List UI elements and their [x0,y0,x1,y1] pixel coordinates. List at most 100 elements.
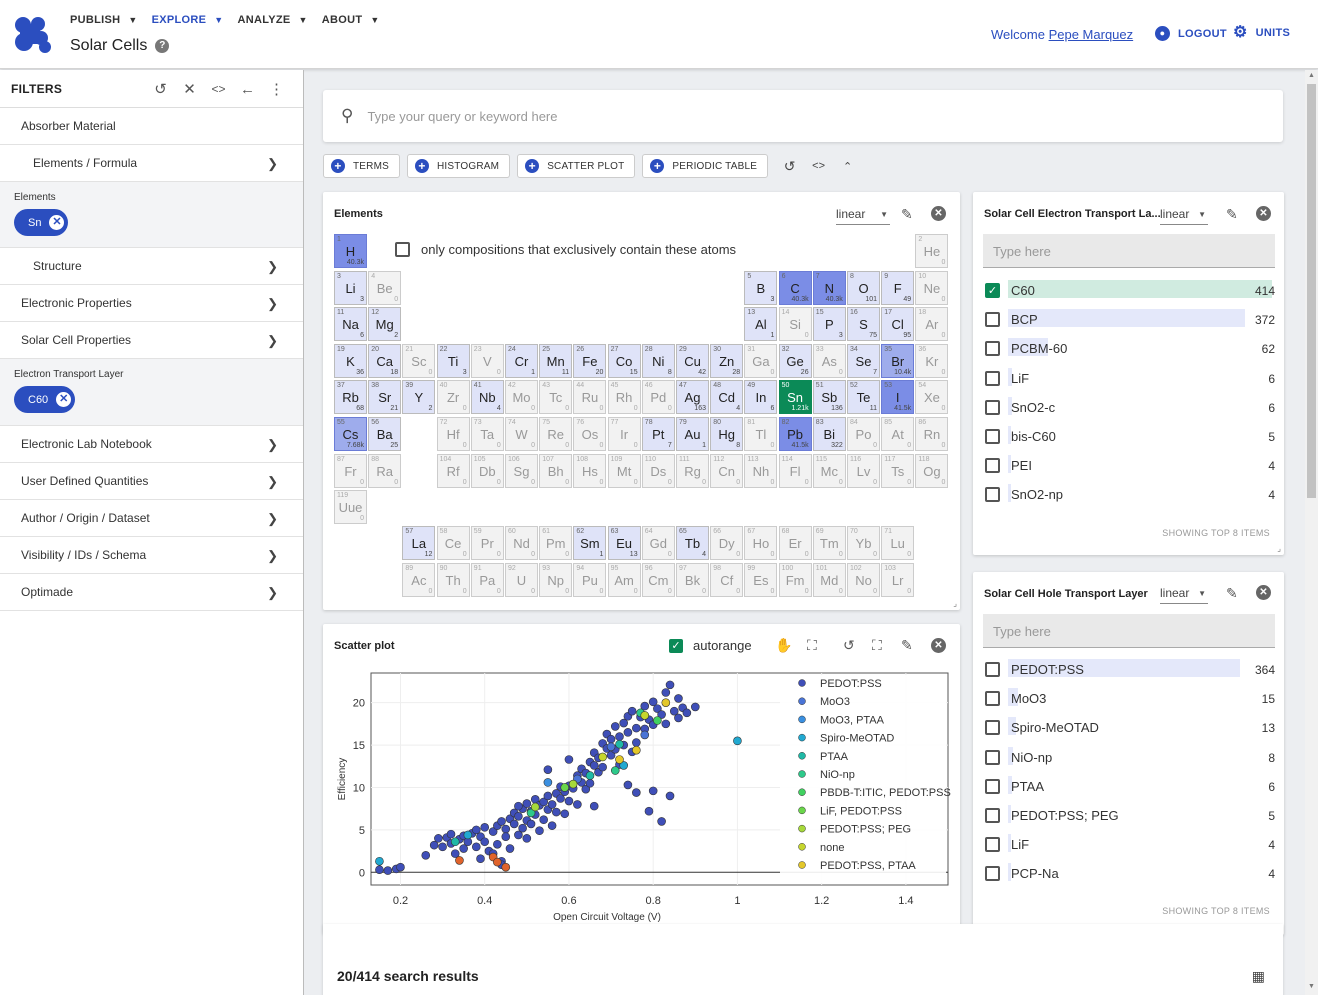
element-ni[interactable]: 28 Ni 8 [641,343,675,378]
nav-about[interactable]: ABOUT ▼ [322,14,380,26]
nav-explore[interactable]: EXPLORE ▼ [152,14,224,26]
element-b[interactable]: 5B3 [744,270,778,305]
list-item[interactable]: Spiro-MeOTAD 13 [983,717,1275,739]
sidebar-item-absorber-material[interactable]: Absorber Material [0,108,303,145]
element-hg[interactable]: 80 Hg 8 [710,417,744,451]
element-na[interactable]: 11 Na 6 [334,307,367,342]
element-al[interactable]: 13 Al 1 [744,307,778,342]
reset-icon[interactable]: ↺ [775,158,804,175]
list-item[interactable]: bis-C60 5 [983,426,1275,448]
edit-icon[interactable]: ✎ [901,206,913,223]
edit-icon[interactable]: ✎ [1226,206,1238,223]
search-bar[interactable]: ⚲ Type your query or keyword here [323,90,1283,142]
sidebar-item-visibility-ids-schema[interactable]: Visibility / IDs / Schema ❯ [0,537,303,574]
checkbox[interactable] [985,866,1000,882]
list-item[interactable]: SnO2-c 6 [983,396,1275,419]
close-icon[interactable]: ✕ [1256,206,1271,221]
sidebar-item-optimade[interactable]: Optimade ❯ [0,574,303,611]
nav-publish[interactable]: PUBLISH ▼ [70,14,138,26]
list-item[interactable]: PEI 4 [983,455,1275,477]
sidebar-item-electronic-properties[interactable]: Electronic Properties ❯ [0,285,303,322]
search-input[interactable]: Type your query or keyword here [367,109,557,124]
chip-remove-icon[interactable]: ✕ [49,215,65,230]
element-mn[interactable]: 25 Mn 11 [539,343,573,378]
add-scatter-plot-button[interactable]: + SCATTER PLOT [517,154,636,178]
close-icon[interactable]: ✕ [175,80,204,98]
list-item[interactable]: ✓ C60 414 [983,280,1275,302]
element-h[interactable]: 1 H 40.3k [334,234,367,268]
checkbox[interactable] [985,720,1000,736]
element-p[interactable]: 15 P 3 [812,307,846,342]
close-icon[interactable]: ✕ [931,206,946,221]
element-fe[interactable]: 26 Fe 20 [573,343,607,378]
element-o[interactable]: 8 O 101 [847,270,880,305]
sidebar-item-user-defined-quantities[interactable]: User Defined Quantities ❯ [0,463,303,500]
element-tb[interactable]: 65 Tb 4 [676,526,709,561]
element-cu[interactable]: 29 Cu 42 [676,343,709,378]
scroll-up-icon[interactable]: ▲ [1308,72,1315,79]
element-y[interactable]: 39 Y 2 [402,380,436,415]
list-item[interactable]: SnO2-np 4 [983,484,1275,506]
list-item[interactable]: NiO-np 8 [983,746,1275,769]
element-c[interactable]: 6 C 40.3k [778,270,812,305]
list-item[interactable]: LiF 6 [983,367,1275,390]
sidebar-item-elements-formula[interactable]: Elements / Formula ❯ [0,145,303,182]
element-nb[interactable]: 41 Nb 4 [470,380,504,415]
add-histogram-button[interactable]: + HISTOGRAM [407,154,511,178]
checkbox[interactable] [985,341,1000,357]
list-item[interactable]: PEDOT:PSS 364 [983,659,1275,681]
code-icon[interactable]: <> [804,160,833,172]
element-in[interactable]: 49 In 6 [744,380,778,415]
element-cs[interactable]: 55 Cs 7.68k [334,417,367,451]
element-zn[interactable]: 30 Zn 28 [710,343,744,378]
element-te[interactable]: 52 Te 11 [847,380,880,415]
element-n[interactable]: 7 N 40.3k [812,270,846,305]
element-k[interactable]: 19 K 36 [334,343,367,378]
element-se[interactable]: 34 Se 7 [847,343,880,378]
sidebar-item-structure[interactable]: Structure ❯ [0,248,303,285]
app-logo[interactable] [14,16,54,54]
element-sm[interactable]: 62 Sm 1 [573,526,607,561]
chevron-up-icon[interactable]: ⌃ [833,160,862,173]
element-sr[interactable]: 38 Sr 21 [368,380,402,415]
add-terms-button[interactable]: + TERMS [323,154,400,178]
list-item[interactable]: PTAA 6 [983,775,1275,798]
htl-filter-input[interactable]: Type here [983,614,1275,648]
main-scrollbar[interactable]: ▲ ▼ [1305,70,1318,995]
element-ge[interactable]: 32 Ge 26 [778,343,812,378]
scale-select[interactable]: linear ▼ [1160,586,1208,604]
element-bi[interactable]: 83 Bi 322 [812,417,846,451]
element-i[interactable]: 53 I 41.5k [881,380,915,415]
arrow-left-icon[interactable]: ← [233,81,262,98]
only-compositions-checkbox[interactable]: only compositions that exclusively conta… [395,242,736,257]
checkbox[interactable] [985,837,1000,853]
element-ti[interactable]: 22 Ti 3 [436,343,470,378]
scrollbar-thumb[interactable] [1307,84,1316,498]
close-icon[interactable]: ✕ [1256,585,1271,600]
more-vert-icon[interactable]: ⋮ [262,80,291,98]
checkbox[interactable] [395,242,410,257]
edit-icon[interactable]: ✎ [1226,585,1238,602]
checkbox[interactable] [985,778,1000,794]
resize-handle-icon[interactable]: ⌟ [1277,544,1281,553]
element-cr[interactable]: 24 Cr 1 [505,343,538,378]
list-item[interactable]: BCP 372 [983,309,1275,331]
element-cd[interactable]: 48 Cd 4 [710,380,744,415]
element-co[interactable]: 27 Co 15 [607,343,641,378]
checkbox[interactable] [985,458,1000,474]
sidebar-item-electronic-lab-notebook[interactable]: Electronic Lab Notebook ❯ [0,426,303,463]
element-ag[interactable]: 47 Ag 163 [676,380,709,415]
add-periodic-table-button[interactable]: + PERIODIC TABLE [642,154,769,178]
checkbox[interactable] [985,691,1000,707]
checkbox[interactable] [985,808,1000,823]
sidebar-item-solar-cell-properties[interactable]: Solar Cell Properties ❯ [0,322,303,359]
logout-button[interactable]: ● LOGOUT [1155,26,1227,41]
list-item[interactable]: PEDOT:PSS; PEG 5 [983,805,1275,827]
element-chip-sn[interactable]: Sn ✕ [14,209,69,236]
columns-icon[interactable]: ▦ [1252,968,1265,985]
checkbox[interactable] [985,662,1000,677]
list-item[interactable]: PCBM-60 62 [983,338,1275,360]
element-cl[interactable]: 17 Cl 95 [881,307,915,342]
checkbox[interactable] [985,399,1000,415]
element-mg[interactable]: 12 Mg 2 [368,307,402,342]
